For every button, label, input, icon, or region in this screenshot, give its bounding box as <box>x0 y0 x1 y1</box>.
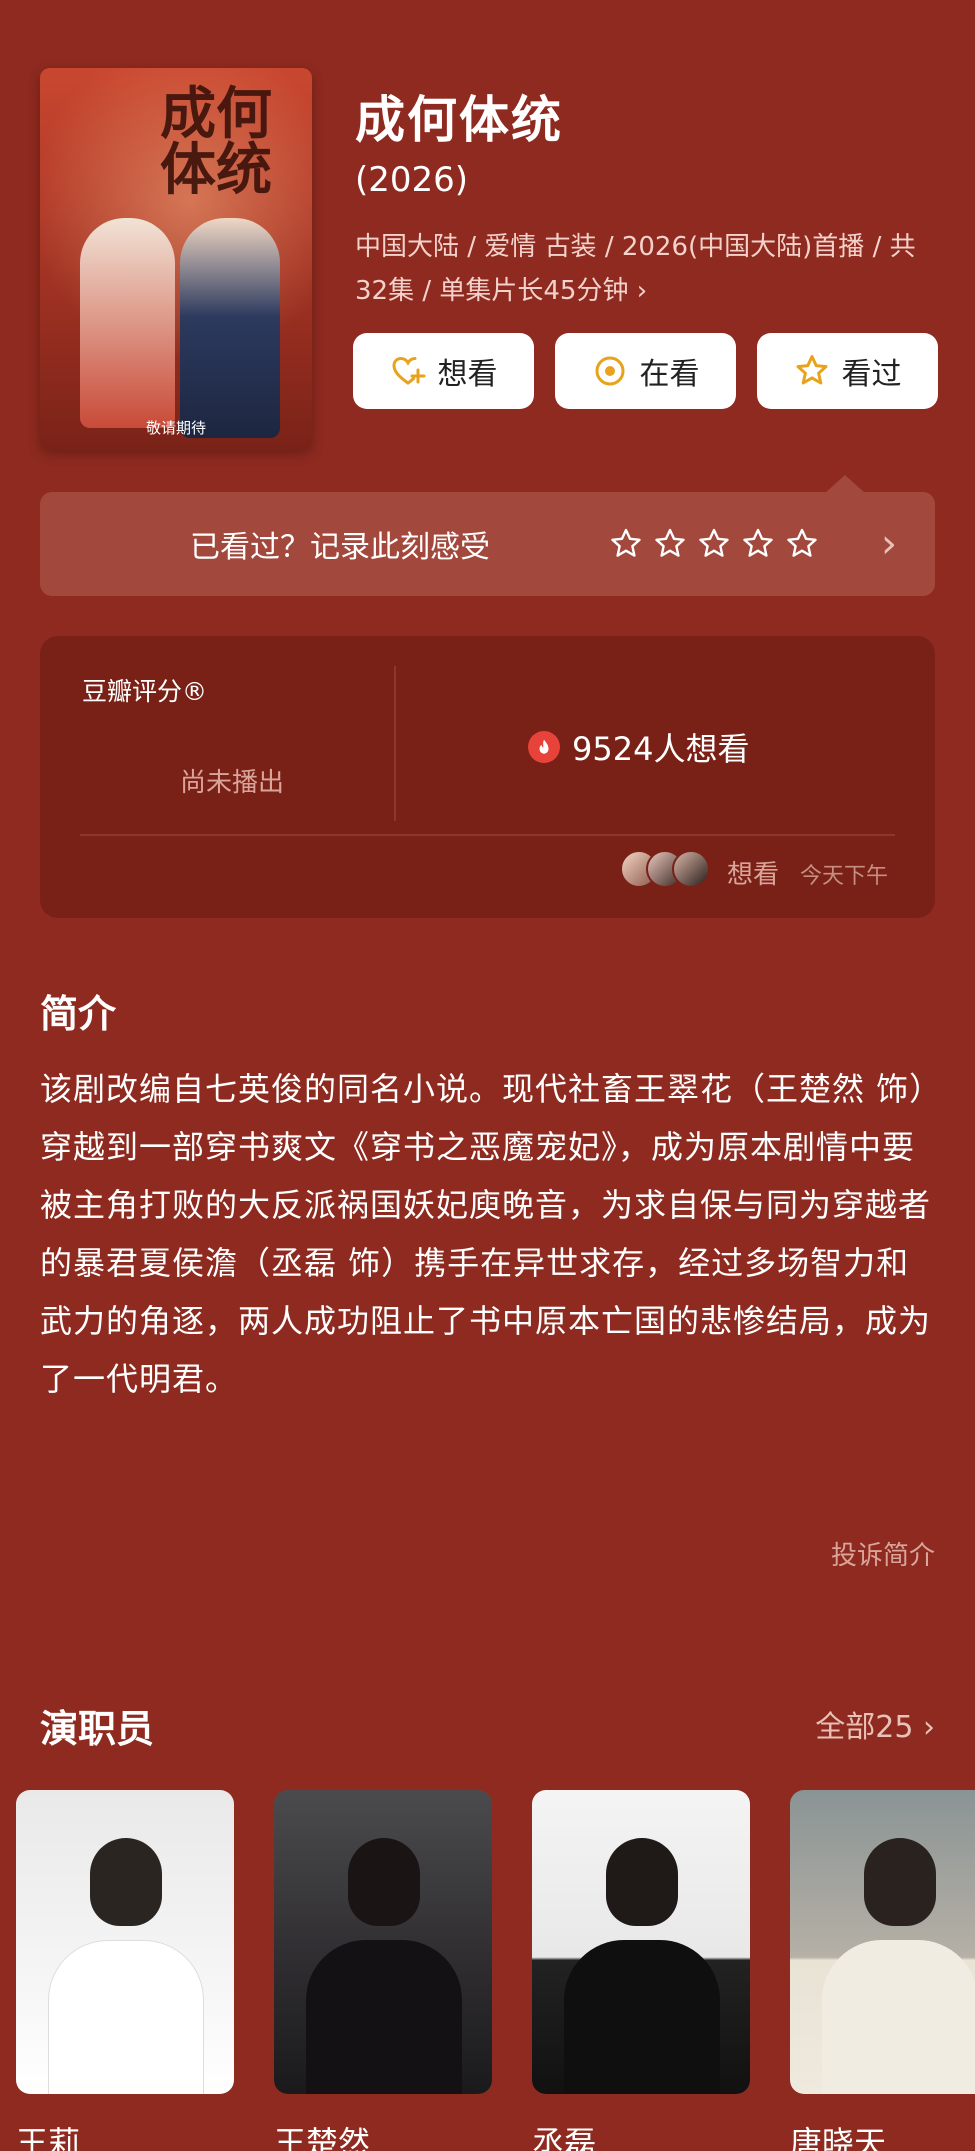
rate-prompt-bar[interactable]: 已看过？记录此刻感受 › <box>40 492 935 596</box>
star-empty-icon[interactable] <box>652 526 688 562</box>
cast-card[interactable]: 王莉 <box>16 1790 234 2151</box>
cast-name: 丞磊 <box>532 2124 597 2151</box>
wish-count-text: 9524人想看 <box>572 730 750 768</box>
friend-avatars[interactable] <box>620 850 710 888</box>
fire-icon <box>528 731 560 763</box>
cast-section-title: 演职员 <box>40 1707 155 1751</box>
watching-label: 在看 <box>639 357 700 392</box>
cast-head <box>864 1838 936 1926</box>
report-synopsis-link[interactable]: 投诉简介 <box>831 1535 935 1572</box>
poster-figure-male <box>180 218 280 438</box>
target-circle-icon <box>595 356 624 386</box>
activity-time: 今天下午 <box>800 864 889 889</box>
rate-prompt-text: 已看过？记录此刻感受 <box>190 530 490 565</box>
cast-card[interactable]: 王楚然 <box>274 1790 492 2151</box>
cast-head <box>348 1838 420 1926</box>
cast-photo <box>790 1790 975 2094</box>
cast-name: 王楚然 <box>274 2124 371 2151</box>
cast-card[interactable]: 丞磊 <box>532 1790 750 2151</box>
synopsis-title: 简介 <box>40 992 117 1036</box>
poster-figure-female <box>80 218 175 428</box>
divider <box>394 666 396 821</box>
cast-photo <box>16 1790 234 2094</box>
rating-status: 尚未播出 <box>180 768 285 798</box>
heart-plus-icon <box>391 356 425 385</box>
cast-head <box>606 1838 678 1926</box>
divider <box>80 834 895 836</box>
douban-rating-label: 豆瓣评分® <box>82 677 208 706</box>
want-to-watch-button[interactable]: 想看 <box>353 333 534 409</box>
cast-body <box>48 1940 204 2094</box>
cast-body <box>564 1940 720 2094</box>
cast-photo <box>532 1790 750 2094</box>
cast-all-link[interactable]: 全部25 › <box>815 1702 935 1746</box>
meta-info[interactable]: 中国大陆 / 爱情 古装 / 2026(中国大陆)首播 / 共32集 / 单集片… <box>355 225 930 313</box>
watched-label: 看过 <box>841 357 902 392</box>
avatar <box>672 850 710 888</box>
poster-caption: 敬请期待 <box>145 419 206 437</box>
action-buttons: 想看 在看 看过 <box>353 333 938 409</box>
cast-body <box>306 1940 462 2094</box>
page-title: 成何体统 <box>355 91 563 149</box>
meta-text: 中国大陆 / 爱情 古装 / 2026(中国大陆)首播 / 共32集 / 单集片… <box>355 232 916 306</box>
tooltip-notch <box>825 475 865 493</box>
movie-detail-page: 成何体统 敬请期待 成何体统 (2026) 中国大陆 / 爱情 古装 / 202… <box>0 0 975 2151</box>
star-outline-icon <box>796 355 827 385</box>
star-empty-icon[interactable] <box>696 526 732 562</box>
cast-photo <box>274 1790 492 2094</box>
chevron-right-icon: › <box>636 276 648 306</box>
activity-action: 想看 <box>727 860 780 890</box>
poster-calligraphy: 成何体统 <box>160 81 272 203</box>
star-empty-icon[interactable] <box>608 526 644 562</box>
synopsis-text: 该剧改编自七英俊的同名小说。现代社畜王翠花（王楚然 饰）穿越到一部穿书爽文《穿书… <box>40 1070 932 1398</box>
poster-image[interactable]: 成何体统 敬请期待 <box>40 68 312 450</box>
cast-list: 王莉 王楚然 丞磊 唐晓天 <box>16 1790 975 2151</box>
cast-name: 王莉 <box>16 2124 81 2151</box>
rating-card[interactable]: 豆瓣评分® 尚未播出 9524人想看 想看 今天下午 <box>40 636 935 918</box>
cast-head <box>90 1838 162 1926</box>
chevron-right-icon: › <box>881 521 897 567</box>
star-rating[interactable] <box>608 526 820 562</box>
wish-count: 9524人想看 <box>528 724 749 770</box>
cast-body <box>822 1940 975 2094</box>
release-year: (2026) <box>355 160 469 200</box>
cast-card[interactable]: 唐晓天 <box>790 1790 975 2151</box>
watched-button[interactable]: 看过 <box>757 333 938 409</box>
watching-button[interactable]: 在看 <box>555 333 736 409</box>
star-empty-icon[interactable] <box>740 526 776 562</box>
star-empty-icon[interactable] <box>784 526 820 562</box>
want-to-watch-label: 想看 <box>437 357 498 392</box>
cast-name: 唐晓天 <box>790 2124 887 2151</box>
